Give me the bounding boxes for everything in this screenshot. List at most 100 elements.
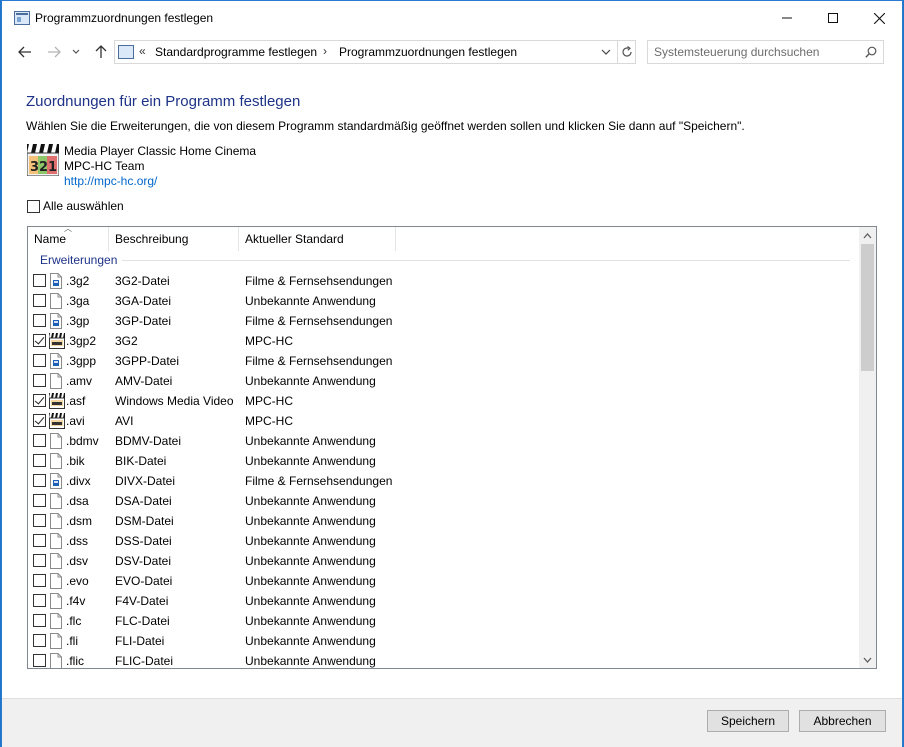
address-dropdown-button[interactable]	[595, 41, 617, 63]
current-default-app: Filme & Fernsehsendungen	[245, 314, 393, 328]
table-row[interactable]: .3ga 3GA-Datei Unbekannte Anwendung	[28, 291, 860, 311]
extension-description: 3G2	[115, 334, 138, 348]
scrollbar-thumb[interactable]	[861, 244, 874, 371]
extension-name: .dsv	[66, 554, 89, 568]
page-description: Wählen Sie die Erweiterungen, die von di…	[26, 119, 745, 133]
table-row[interactable]: .3gpp 3GPP-Datei Filme & Fernsehsendungen	[28, 351, 860, 371]
current-default-app: Filme & Fernsehsendungen	[245, 354, 393, 368]
search-input[interactable]	[654, 44, 854, 60]
row-checkbox[interactable]	[33, 314, 46, 327]
forward-button[interactable]	[44, 42, 64, 62]
row-checkbox[interactable]	[33, 374, 46, 387]
table-row[interactable]: .amv AMV-Datei Unbekannte Anwendung	[28, 371, 860, 391]
breadcrumb-separator[interactable]: ›	[323, 44, 327, 58]
row-checkbox[interactable]	[33, 614, 46, 627]
maximize-icon	[828, 13, 838, 23]
close-button[interactable]	[856, 1, 902, 35]
address-bar[interactable]: « Standardprogramme festlegen › Programm…	[114, 40, 636, 64]
table-row[interactable]: .asf Windows Media Video MPC-HC	[28, 391, 860, 411]
extensions-list[interactable]: ︿ Name Beschreibung Aktueller Standard E…	[27, 226, 877, 669]
blank-file-icon	[49, 593, 63, 609]
table-row[interactable]: .3g2 3G2-Datei Filme & Fernsehsendungen	[28, 271, 860, 291]
row-checkbox[interactable]	[33, 534, 46, 547]
breadcrumb-item[interactable]: Standardprogramme festlegen	[155, 45, 317, 59]
row-checkbox[interactable]	[33, 414, 46, 427]
table-row[interactable]: .f4v F4V-Datei Unbekannte Anwendung	[28, 591, 860, 611]
back-button[interactable]	[15, 42, 35, 62]
scroll-down-button[interactable]	[859, 651, 876, 668]
recent-locations-button[interactable]	[69, 42, 83, 62]
extension-description: F4V-Datei	[115, 594, 169, 608]
group-divider	[122, 260, 850, 261]
cancel-button[interactable]: Abbrechen	[799, 710, 886, 732]
table-row[interactable]: .flic FLIC-Datei Unbekannte Anwendung	[28, 651, 860, 668]
current-default-app: Unbekannte Anwendung	[245, 374, 376, 388]
dialog-window: Programmzuordnungen festlegen « Standard…	[1, 0, 903, 747]
row-checkbox[interactable]	[33, 514, 46, 527]
scroll-up-button[interactable]	[859, 227, 876, 244]
column-header-description[interactable]: Beschreibung	[109, 227, 239, 251]
column-header-current-default[interactable]: Aktueller Standard	[239, 227, 396, 251]
table-row[interactable]: .3gp2 3G2 MPC-HC	[28, 331, 860, 351]
extension-description: DSM-Datei	[115, 514, 174, 528]
current-default-app: Unbekannte Anwendung	[245, 554, 376, 568]
blank-file-icon	[49, 533, 63, 549]
search-box[interactable]	[647, 40, 884, 64]
row-checkbox[interactable]	[33, 394, 46, 407]
select-all-checkbox[interactable]: Alle auswählen	[27, 199, 124, 213]
table-row[interactable]: .dsm DSM-Datei Unbekannte Anwendung	[28, 511, 860, 531]
save-button[interactable]: Speichern	[707, 710, 789, 732]
table-row[interactable]: .fli FLI-Datei Unbekannte Anwendung	[28, 631, 860, 651]
minimize-button[interactable]	[764, 1, 810, 35]
row-checkbox[interactable]	[33, 354, 46, 367]
extension-name: .bdmv	[66, 434, 99, 448]
row-checkbox[interactable]	[33, 554, 46, 567]
movies-file-icon	[49, 353, 63, 369]
maximize-button[interactable]	[810, 1, 856, 35]
breadcrumb-item[interactable]: Programmzuordnungen festlegen	[339, 45, 517, 59]
row-checkbox[interactable]	[33, 474, 46, 487]
refresh-button[interactable]	[617, 41, 636, 63]
movies-file-icon	[49, 313, 63, 329]
chevron-down-icon	[601, 49, 611, 55]
search-icon[interactable]	[865, 46, 877, 61]
row-checkbox[interactable]	[33, 494, 46, 507]
table-row[interactable]: .dsv DSV-Datei Unbekannte Anwendung	[28, 551, 860, 571]
title-bar: Programmzuordnungen festlegen	[2, 1, 902, 35]
current-default-app: Filme & Fernsehsendungen	[245, 474, 393, 488]
table-row[interactable]: .bik BIK-Datei Unbekannte Anwendung	[28, 451, 860, 471]
blank-file-icon	[49, 613, 63, 629]
row-checkbox[interactable]	[33, 334, 46, 347]
row-checkbox[interactable]	[33, 574, 46, 587]
breadcrumb-overflow[interactable]: «	[139, 44, 146, 58]
app-website-link[interactable]: http://mpc-hc.org/	[64, 174, 157, 189]
row-checkbox[interactable]	[33, 634, 46, 647]
table-row[interactable]: .3gp 3GP-Datei Filme & Fernsehsendungen	[28, 311, 860, 331]
blank-file-icon	[49, 293, 63, 309]
column-header-name[interactable]: ︿ Name	[28, 227, 109, 251]
extension-description: AVI	[115, 414, 134, 428]
row-checkbox[interactable]	[33, 294, 46, 307]
checkbox[interactable]	[27, 199, 40, 213]
row-checkbox[interactable]	[33, 594, 46, 607]
table-row[interactable]: .avi AVI MPC-HC	[28, 411, 860, 431]
row-checkbox[interactable]	[33, 434, 46, 447]
blank-file-icon	[49, 553, 63, 569]
row-checkbox[interactable]	[33, 274, 46, 287]
group-header[interactable]: Erweiterungen	[40, 253, 117, 267]
table-row[interactable]: .dss DSS-Datei Unbekannte Anwendung	[28, 531, 860, 551]
extension-description: FLC-Datei	[115, 614, 170, 628]
up-button[interactable]	[91, 42, 111, 62]
extension-name: .3gp	[66, 314, 90, 328]
vertical-scrollbar[interactable]	[859, 227, 876, 668]
table-row[interactable]: .divx DIVX-Datei Filme & Fernsehsendungen	[28, 471, 860, 491]
row-checkbox[interactable]	[33, 454, 46, 467]
table-row[interactable]: .evo EVO-Datei Unbekannte Anwendung	[28, 571, 860, 591]
table-row[interactable]: .dsa DSA-Datei Unbekannte Anwendung	[28, 491, 860, 511]
extension-name: .dsm	[66, 514, 93, 528]
arrow-right-icon	[48, 46, 61, 58]
table-row[interactable]: .bdmv BDMV-Datei Unbekannte Anwendung	[28, 431, 860, 451]
current-default-app: MPC-HC	[245, 414, 293, 428]
table-row[interactable]: .flc FLC-Datei Unbekannte Anwendung	[28, 611, 860, 631]
row-checkbox[interactable]	[33, 654, 46, 667]
